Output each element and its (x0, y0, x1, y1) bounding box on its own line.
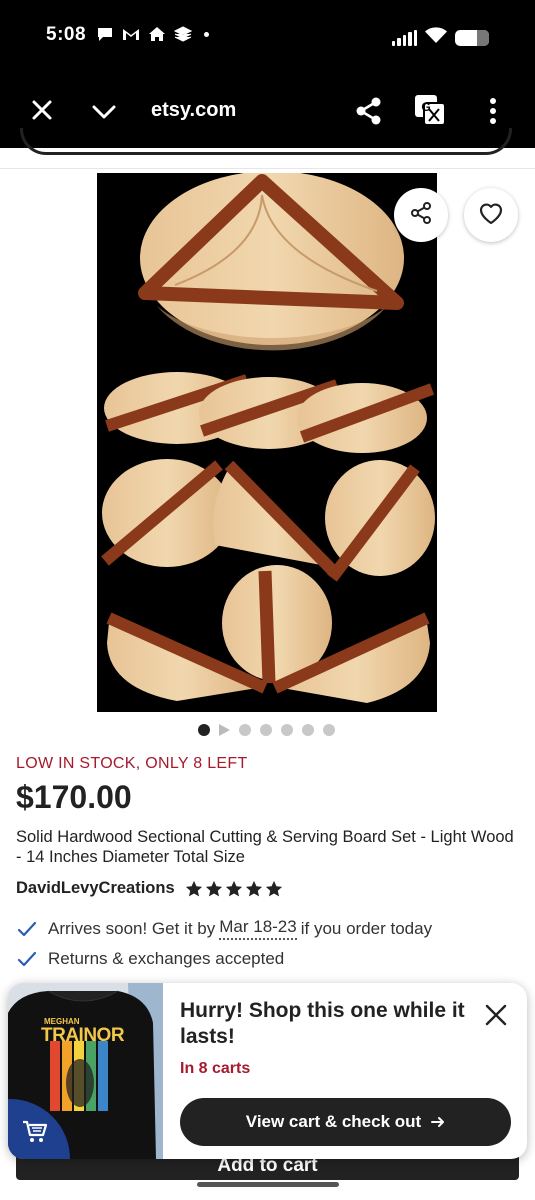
shop-name-link[interactable]: DavidLevyCreations (16, 879, 175, 898)
carousel-dot[interactable] (281, 724, 293, 736)
divider (0, 168, 535, 169)
layers-icon (173, 26, 193, 42)
close-icon[interactable] (482, 1001, 510, 1029)
chat-icon (96, 26, 114, 42)
delivery-date-link[interactable]: Mar 18-23 (219, 917, 297, 940)
image-share-button[interactable] (394, 188, 448, 242)
carousel-dot[interactable] (239, 724, 251, 736)
home-indicator[interactable] (197, 1182, 339, 1187)
returns-text: Returns & exchanges accepted (48, 949, 285, 968)
star-icon (205, 880, 222, 896)
url-text[interactable]: etsy.com (151, 99, 236, 122)
share-icon[interactable] (354, 96, 384, 126)
stock-notice: LOW IN STOCK, ONLY 8 LEFT (16, 755, 248, 772)
star-icon (185, 880, 202, 896)
product-image[interactable] (97, 173, 437, 712)
arrives-prefix: Arrives soon! Get it by (48, 918, 216, 938)
shop-row: DavidLevyCreations (16, 879, 283, 898)
arrives-suffix: if you order today (300, 918, 433, 938)
video-play-icon[interactable] (219, 724, 230, 736)
close-icon[interactable] (28, 96, 56, 124)
price: $170.00 (16, 779, 132, 815)
popup-title: Hurry! Shop this one while it lasts! (180, 999, 465, 1048)
shirt-text-main: TRAINOR (41, 1025, 125, 1046)
carousel-dot-active[interactable] (198, 724, 210, 736)
check-icon (17, 951, 37, 967)
star-icon (265, 880, 282, 896)
delivery-estimate: Arrives soon! Get it by Mar 18-23 if you… (16, 917, 432, 940)
translate-icon[interactable]: G (414, 94, 446, 126)
svg-text:G: G (421, 100, 430, 114)
check-icon (17, 921, 37, 936)
status-time: 5:08 (46, 24, 87, 45)
view-cart-label: View cart & check out (245, 1112, 422, 1131)
carousel-dot[interactable] (260, 724, 272, 736)
more-vert-icon[interactable] (482, 96, 504, 126)
star-icon (245, 880, 262, 896)
returns-policy: Returns & exchanges accepted (16, 948, 284, 970)
status-bar: 5:08 (0, 0, 535, 76)
wifi-icon (425, 27, 447, 48)
system-icons (391, 27, 489, 48)
cart-nudge-popup: MEGHAN TRAINOR Hurry! Shop this one whil… (8, 983, 527, 1159)
chevron-down-icon[interactable] (90, 98, 118, 126)
rating-stars[interactable] (185, 880, 283, 898)
notification-icons (96, 26, 209, 42)
carousel-dot[interactable] (323, 724, 335, 736)
in-carts-count: In 8 carts (180, 1060, 251, 1077)
listing-title: Solid Hardwood Sectional Cutting & Servi… (16, 828, 514, 866)
home-icon (148, 26, 166, 42)
search-bar-edge[interactable] (20, 128, 512, 155)
signal-icon (391, 29, 417, 46)
view-cart-checkout-button[interactable]: View cart & check out (180, 1098, 511, 1146)
favorite-button[interactable] (464, 188, 518, 242)
more-notifications-dot (204, 31, 209, 37)
star-icon (225, 880, 242, 896)
image-carousel-dots (198, 724, 335, 736)
gmail-icon (122, 26, 140, 42)
cart-icon (23, 1120, 48, 1142)
battery-icon (455, 29, 489, 46)
carousel-dot[interactable] (302, 724, 314, 736)
heart-icon (478, 201, 504, 230)
popup-product-image[interactable]: MEGHAN TRAINOR (8, 983, 163, 1159)
arrow-right-icon (431, 1117, 445, 1127)
share-icon (409, 201, 433, 230)
